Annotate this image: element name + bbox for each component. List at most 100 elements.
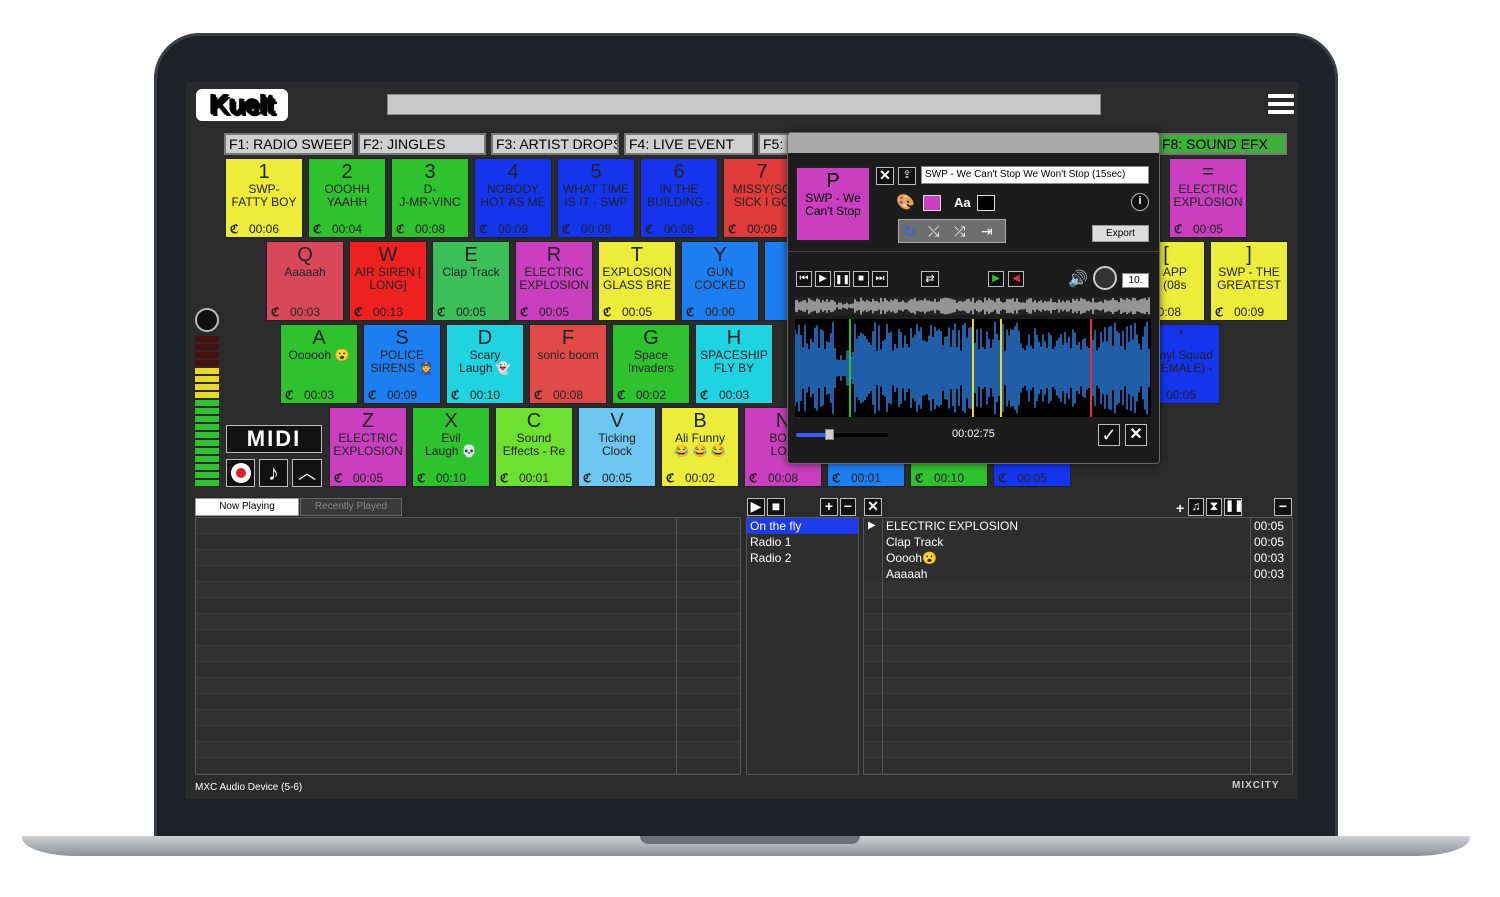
pad-row4-0[interactable]: Z ELECTRIC EXPLOSION ℭ 00:05 [329, 407, 407, 487]
loop-icon: ℭ [562, 222, 571, 236]
playlist-item-radio-2[interactable]: Radio 2 [747, 550, 858, 566]
tab-now-playing[interactable]: Now Playing [195, 498, 299, 516]
waveform-overview[interactable] [795, 297, 1151, 315]
editor-stop-button[interactable]: ■ [853, 271, 869, 287]
position-slider[interactable] [796, 429, 888, 440]
queue-item[interactable]: Clap Track 00:05 [864, 534, 1292, 550]
tab-f1[interactable]: F1: RADIO SWEEPS [224, 133, 354, 155]
playlist-item-on-the-fly[interactable]: On the fly [747, 518, 858, 534]
remove-playlist-button[interactable]: − [840, 498, 856, 516]
pad-row3-5[interactable]: H SPACESHIP FLY BY ℭ 00:03 [695, 324, 773, 404]
play-to-end-icon[interactable]: ⇥ [981, 223, 993, 240]
forward-button[interactable]: ⏭ [872, 271, 888, 287]
editor-pad-key: P [826, 170, 840, 192]
pad-row1-7[interactable]: = ELECTRIC EXPLOSION ℭ 00:05 [1169, 158, 1247, 238]
set-start-marker-button[interactable]: ▶ [988, 271, 1004, 287]
clear-pad-button[interactable]: ✕ [876, 167, 894, 185]
pad-row3-1[interactable]: S POLICE SIRENS 👮 ℭ 00:09 [363, 324, 441, 404]
cancel-button[interactable]: ✕ [1125, 424, 1147, 446]
set-end-marker-button[interactable]: ◀ [1008, 271, 1024, 287]
pad-time: 00:03 [289, 305, 321, 319]
collapse-button[interactable]: ︿ [292, 459, 322, 487]
pad-key: 3 [424, 161, 436, 183]
add-playlist-button[interactable]: + [820, 498, 838, 516]
pad-name: WHAT TIME IS IT - SWP [563, 183, 629, 209]
pad-row2-3[interactable]: R ELECTRIC EXPLOSION ℭ 00:05 [515, 241, 593, 321]
collapse-queue-button[interactable]: − [1274, 498, 1292, 516]
volume-knob[interactable] [1093, 266, 1117, 290]
record-button[interactable] [226, 459, 255, 487]
record-icon [230, 463, 251, 483]
queue-item[interactable]: Aaaaah 00:03 [864, 566, 1292, 582]
stop-button[interactable]: ■ [767, 498, 785, 516]
editor-play-button[interactable]: ▶ [815, 271, 831, 287]
queue-item-time: 00:05 [1254, 535, 1285, 549]
info-button[interactable]: i [1131, 193, 1149, 211]
pad-row2-1[interactable]: W AIR SIREN [ LONG] ℭ 00:13 [349, 241, 427, 321]
fade-in-icon[interactable]: ⤯ [928, 223, 939, 240]
pad-row1-0[interactable]: 1 SWP- FATTY BOY ℭ 00:06 [225, 158, 303, 238]
tab-f4[interactable]: F4: LIVE EVENT [624, 133, 754, 155]
tab-f8[interactable]: F8: SOUND EFX [1157, 133, 1287, 155]
pad-title-input[interactable]: SWP - We Can't Stop We Won't Stop (15sec… [921, 166, 1149, 184]
pad-row4-3[interactable]: V Ticking Clock ℭ 00:05 [578, 407, 656, 487]
gain-knob[interactable] [195, 308, 219, 332]
music-queue-button[interactable]: ♫ [1188, 498, 1204, 516]
slider-thumb[interactable] [825, 429, 835, 440]
pad-row3-4[interactable]: G Space Invaders ℭ 00:02 [612, 324, 690, 404]
music-note-button[interactable]: ♪ [259, 459, 288, 487]
loop-mode-icon[interactable]: ↻ [903, 222, 916, 242]
rewind-button[interactable]: ⏮ [796, 271, 812, 287]
pad-color-swatch[interactable] [923, 195, 941, 211]
pad-row4-1[interactable]: X Evil Laugh 💀 ℭ 00:10 [412, 407, 490, 487]
timer-button[interactable]: ⧗ [1206, 498, 1222, 516]
pad-row3-3[interactable]: Fsonic boom ℭ 00:08 [529, 324, 607, 404]
pad-key: W [378, 244, 398, 266]
fade-out-icon[interactable]: ⤮ [954, 223, 965, 240]
confirm-button[interactable]: ✓ [1098, 424, 1120, 446]
editor-pause-button[interactable]: ❚❚ [834, 271, 850, 287]
loop-icon: ℭ [354, 305, 363, 319]
pad-row4-2[interactable]: C Sound Effects - Re ℭ 00:01 [495, 407, 573, 487]
pad-row2-8[interactable]: ] SWP - THE GREATEST ℭ 00:09 [1210, 241, 1288, 321]
play-button[interactable]: ▶ [747, 498, 765, 516]
loop-icon: ℭ [998, 471, 1007, 485]
hamburger-menu-icon[interactable] [1268, 94, 1294, 116]
pad-row1-1[interactable]: 2 OOOHH YAAHH ℭ 00:04 [308, 158, 386, 238]
volume-value[interactable]: 10. [1122, 273, 1149, 288]
dialog-titlebar[interactable] [788, 133, 1159, 153]
load-file-button[interactable]: ⇪ [898, 167, 916, 185]
tab-f3[interactable]: F3: ARTIST DROPS [491, 133, 619, 155]
pad-key: 2 [341, 161, 353, 183]
repeat-button[interactable]: ⇄ [921, 271, 939, 287]
pad-row2-0[interactable]: Q Aaaaah ℭ 00:03 [266, 241, 344, 321]
tab-f2[interactable]: F2: JINGLES [358, 133, 486, 155]
pad-row1-4[interactable]: 5 WHAT TIME IS IT - SWP ℭ 00:09 [557, 158, 635, 238]
pad-row4-4[interactable]: B Ali Funny 😂 😂 😂 ℭ 00:02 [661, 407, 739, 487]
pad-row3-0[interactable]: A Oooooh 😮 ℭ 00:03 [280, 324, 358, 404]
midi-button[interactable]: MIDI [226, 425, 322, 453]
pad-row1-5[interactable]: 6 IN THE BUILDING - ℭ 00:08 [640, 158, 718, 238]
export-button[interactable]: Export [1092, 225, 1149, 242]
pause-queue-button[interactable]: ❚❚ [1224, 498, 1243, 516]
pad-time: 00:08 [414, 222, 446, 236]
tab-recently-played[interactable]: Recently Played [300, 498, 402, 516]
queue-item[interactable]: Ooooh😮 00:03 [864, 550, 1292, 566]
red-flag-icon: ◀ [1012, 273, 1020, 284]
pad-row2-4[interactable]: T EXPLOSION GLASS BRE ℭ 00:05 [598, 241, 676, 321]
search-bar[interactable] [387, 94, 1101, 115]
pad-row2-5[interactable]: Y GUN COCKED ℭ 00:00 [681, 241, 759, 321]
pad-name: Clap Track [442, 266, 500, 279]
queue-item[interactable]: ELECTRIC EXPLOSION 00:05 [864, 518, 1292, 534]
pad-row1-2[interactable]: 3 D- J-MR-VINC ℭ 00:08 [391, 158, 469, 238]
pad-time: 00:10 [933, 471, 965, 485]
pad-row2-2[interactable]: E Clap Track ℭ 00:05 [432, 241, 510, 321]
add-icon[interactable]: + [1176, 500, 1184, 516]
pad-row1-3[interactable]: 4 NOBODY HOT AS ME ℭ 00:09 [474, 158, 552, 238]
playlist-item-radio-1[interactable]: Radio 1 [747, 534, 858, 550]
pad-row3-2[interactable]: D Scary Laugh 👻 ℭ 00:10 [446, 324, 524, 404]
font-color-swatch[interactable] [977, 195, 995, 211]
clear-queue-button[interactable]: ✕ [864, 498, 882, 516]
waveform-editor[interactable] [795, 319, 1151, 417]
close-icon: ✕ [867, 498, 879, 514]
